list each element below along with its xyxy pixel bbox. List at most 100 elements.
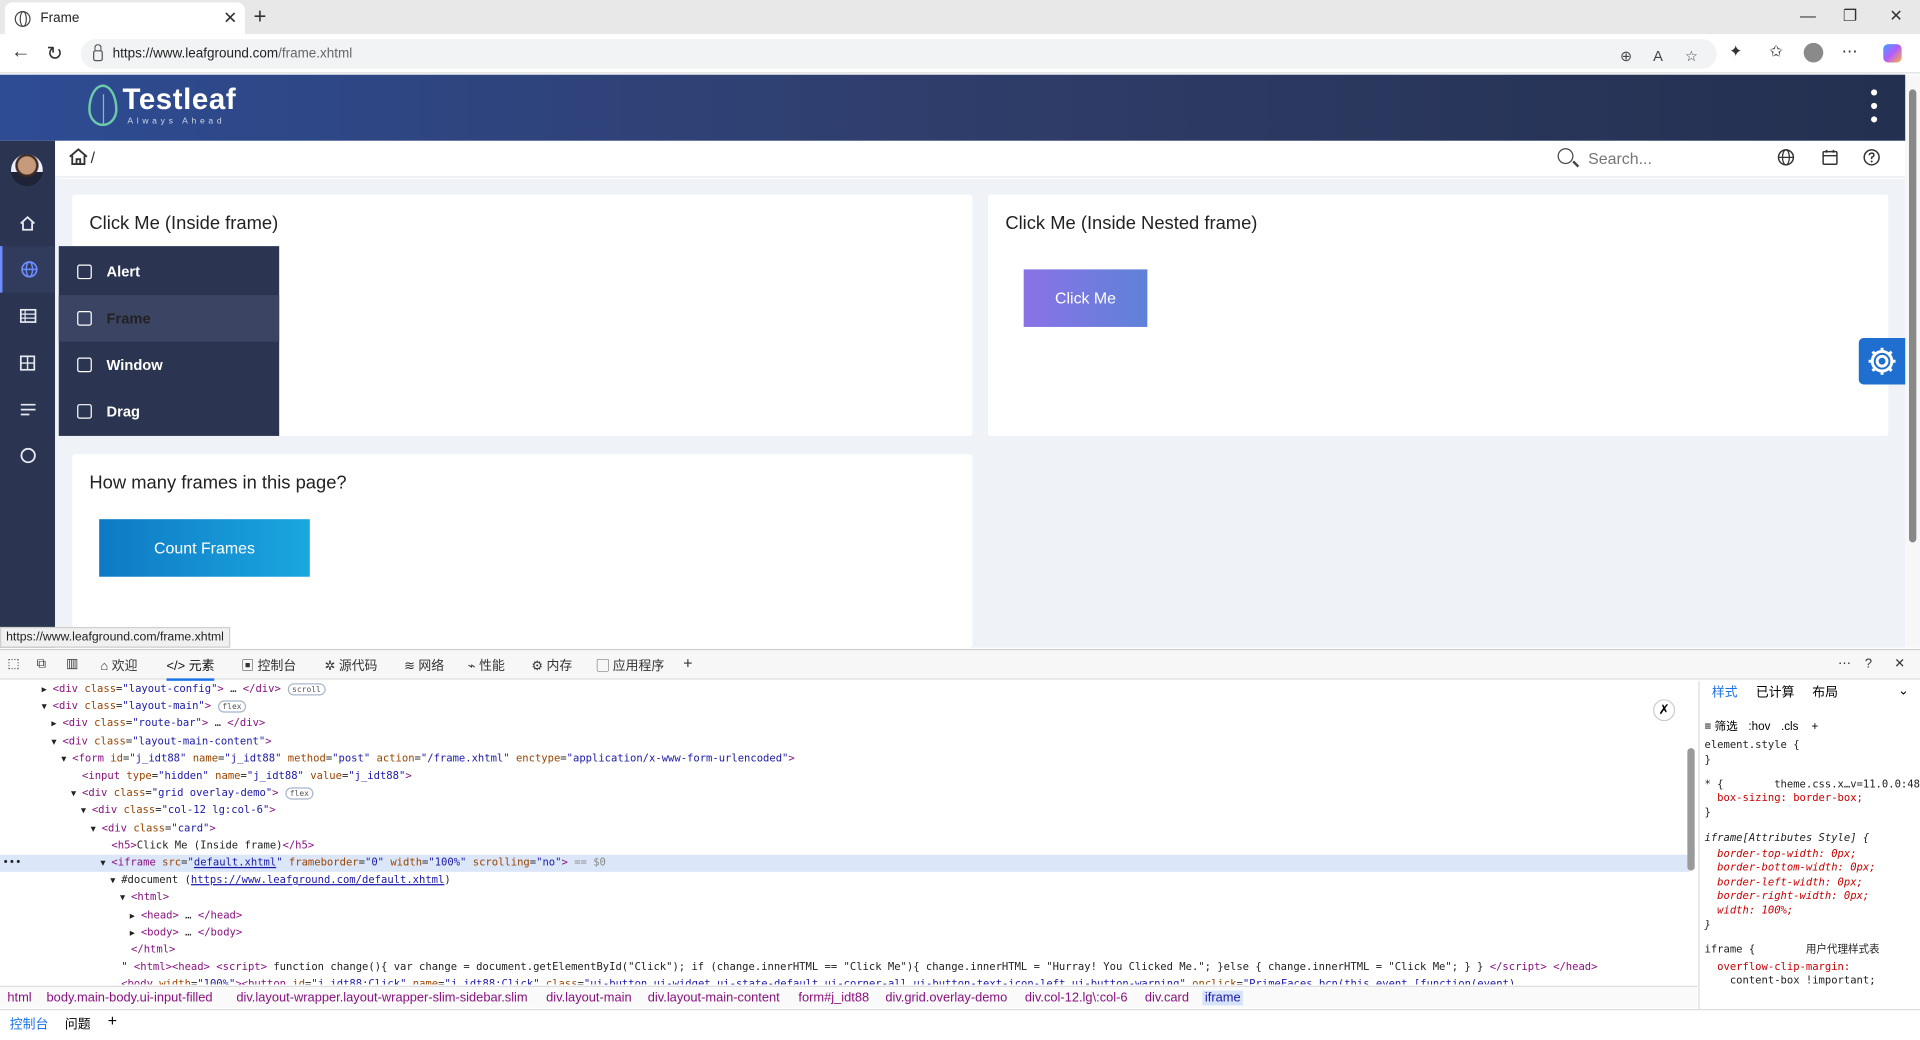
extensions-icon[interactable]: ✦ (1729, 42, 1742, 62)
new-tab-icon[interactable]: + (253, 4, 266, 30)
css-declaration[interactable]: border-left-width: 0px; (1705, 877, 1863, 891)
breadcrumb-home-icon[interactable] (69, 148, 89, 166)
css-selector[interactable]: iframe[Attributes Style] { (1705, 833, 1870, 847)
tab-memory[interactable]: ⚙ 内存 (531, 656, 572, 674)
dom-node-line[interactable]: ▼ <div class="card"> (0, 820, 1690, 837)
collapse-arrow-icon[interactable]: ▼ (100, 855, 111, 872)
tab-elements[interactable]: </> 元素 (166, 656, 215, 681)
collapse-arrow-icon[interactable]: ▼ (51, 733, 62, 750)
css-selector[interactable]: * { theme.css.x…v=11.0.0:48 (1705, 779, 1920, 793)
dock-icon[interactable]: ▥ (66, 656, 78, 671)
css-selector[interactable]: content-box !important; (1705, 975, 1876, 989)
more-icon[interactable]: ⋯ (1842, 42, 1858, 62)
collapse-arrow-icon[interactable]: ▼ (81, 803, 92, 820)
node-options-icon[interactable]: ••• (2, 855, 21, 872)
expand-arrow-icon[interactable]: ▶ (42, 681, 53, 698)
collapse-arrow-icon[interactable]: ▼ (61, 750, 72, 767)
collapse-arrow-icon[interactable]: ▼ (91, 820, 102, 837)
breadcrumb-item[interactable]: html (7, 991, 31, 1006)
dom-node-line[interactable]: ▶ <div class="route-bar"> … </div> (0, 716, 1690, 733)
dom-node-line[interactable]: ▼ <iframe src="default.xhtml" frameborder… (0, 854, 1690, 873)
breadcrumb-item[interactable]: body.main-body.ui-input-filled (47, 991, 213, 1006)
dom-node-line[interactable]: ▼ #document (https://www.leafground.com/d… (0, 872, 1690, 889)
breadcrumb-item[interactable]: div.layout-main (546, 991, 632, 1006)
expand-arrow-icon[interactable]: ▶ (130, 924, 141, 941)
dom-node-line[interactable]: ▼ <div class="col-12 lg:col-6"> (0, 803, 1690, 820)
dom-node-line[interactable]: ▼ <form id="j_idt88" name="j_idt88" metho… (0, 750, 1690, 767)
calendar-icon[interactable] (1821, 148, 1839, 166)
devtools-close-icon[interactable]: ✕ (1894, 656, 1905, 671)
css-selector[interactable]: } (1705, 920, 1711, 934)
chevron-down-icon[interactable]: ⌄ (1898, 683, 1909, 698)
favorites-icon[interactable]: ✩ (1769, 42, 1782, 62)
menu-item-frame[interactable]: Frame (58, 295, 280, 342)
tab-network[interactable]: ≋ 网络 (404, 656, 444, 674)
collapse-arrow-icon[interactable]: ▼ (110, 872, 121, 889)
count-frames-button[interactable]: Count Frames (99, 519, 310, 577)
browser-tab[interactable]: Frame ✕ (4, 2, 245, 35)
scrollbar-thumb[interactable] (1908, 89, 1917, 543)
minimize-icon[interactable]: — (1800, 6, 1816, 24)
collapse-arrow-icon[interactable]: ▼ (71, 785, 82, 802)
breadcrumb-item[interactable]: div.grid.overlay-demo (885, 991, 1007, 1006)
home-icon[interactable] (0, 200, 55, 247)
drawer-add-icon[interactable]: + (108, 1011, 117, 1029)
menu-item-alert[interactable]: Alert (59, 249, 279, 296)
breadcrumb-item[interactable]: div.layout-main-content (648, 991, 780, 1006)
new-rule-icon[interactable]: + (1811, 720, 1818, 733)
menu-item-drag[interactable]: Drag (59, 388, 279, 435)
drawer-tab-console[interactable]: 控制台 (10, 1015, 49, 1033)
css-declaration[interactable]: border-top-width: 0px; (1705, 849, 1856, 863)
address-bar[interactable]: https://www.leafground.com/frame.xhtml ⊕… (80, 39, 1717, 69)
grid-icon[interactable] (0, 339, 55, 386)
dom-node-line[interactable]: ▶ <body> … </body> (0, 924, 1690, 941)
css-declaration[interactable]: overflow-clip-margin: (1705, 961, 1850, 975)
tab-styles[interactable]: 样式 (1712, 686, 1738, 701)
hov-toggle[interactable]: :hov (1748, 720, 1770, 733)
elements-scroll-thumb[interactable] (1687, 748, 1695, 871)
dom-node-line[interactable]: ▼ <div class="layout-main"> flex (0, 698, 1690, 715)
breadcrumb-item[interactable]: div.card (1145, 991, 1189, 1006)
cls-toggle[interactable]: .cls (1781, 720, 1798, 733)
breadcrumb-item[interactable]: div.col-12.lg\:col-6 (1025, 991, 1128, 1006)
tab-layout[interactable]: 布局 (1812, 686, 1838, 701)
breadcrumb-item[interactable]: form#j_idt88 (798, 991, 869, 1006)
circle-icon[interactable] (0, 432, 55, 479)
dom-node-line[interactable]: ▶ <div class="layout-config"> … </div> sc… (0, 681, 1690, 698)
copilot-icon[interactable] (1883, 44, 1902, 63)
device-toolbar-icon[interactable]: ⧉ (37, 656, 46, 672)
read-aloud-icon[interactable]: A (1653, 48, 1663, 65)
add-tab-icon[interactable]: + (683, 654, 692, 672)
tab-application[interactable]: ▢ 应用程序 (596, 656, 664, 674)
css-selector[interactable]: } (1705, 754, 1711, 768)
expand-arrow-icon[interactable]: ▶ (51, 716, 62, 733)
dom-node-line[interactable]: ▼ <html> (0, 889, 1690, 906)
table-icon[interactable] (0, 293, 55, 340)
dom-node-line[interactable]: ▶ <head> … </head> (0, 907, 1690, 924)
favorite-icon[interactable]: ☆ (1685, 48, 1698, 65)
language-globe-icon[interactable] (1777, 148, 1795, 166)
dom-node-line[interactable]: ▼ <div class="layout-main-content"> (0, 733, 1690, 750)
tab-console[interactable]: ▣ 控制台 (241, 656, 296, 674)
collapse-arrow-icon[interactable]: ▼ (120, 889, 131, 906)
css-selector[interactable]: iframe { 用户代理样式表 (1705, 944, 1880, 958)
dom-node-line[interactable]: " <html><head> <script> function change(… (0, 959, 1690, 976)
tab-computed[interactable]: 已计算 (1756, 686, 1795, 701)
devtools-help-icon[interactable]: ? (1865, 656, 1872, 671)
css-declaration[interactable]: width: 100%; (1705, 905, 1793, 919)
text-lines-icon[interactable] (0, 386, 55, 433)
settings-gear-button[interactable] (1858, 337, 1906, 385)
search-input[interactable] (1588, 149, 1736, 168)
window-close-icon[interactable]: ✕ (1889, 6, 1902, 26)
css-selector[interactable]: element.style { (1705, 740, 1800, 754)
kebab-menu-icon[interactable] (1871, 89, 1878, 129)
styles-filter[interactable]: ≡ 筛选 :hov .cls + (1705, 720, 1819, 734)
zoom-icon[interactable]: ⊕ (1620, 48, 1632, 65)
menu-item-window[interactable]: Window (59, 342, 279, 389)
reload-icon[interactable]: ↻ (47, 42, 63, 66)
breadcrumb-item[interactable]: div.layout-wrapper.layout-wrapper-slim-s… (236, 991, 527, 1006)
click-me-button[interactable]: Click Me (1023, 269, 1148, 327)
tab-performance[interactable]: ⌁ 性能 (468, 656, 505, 674)
css-selector[interactable]: } (1705, 807, 1711, 821)
expand-arrow-icon[interactable]: ▶ (130, 907, 141, 924)
